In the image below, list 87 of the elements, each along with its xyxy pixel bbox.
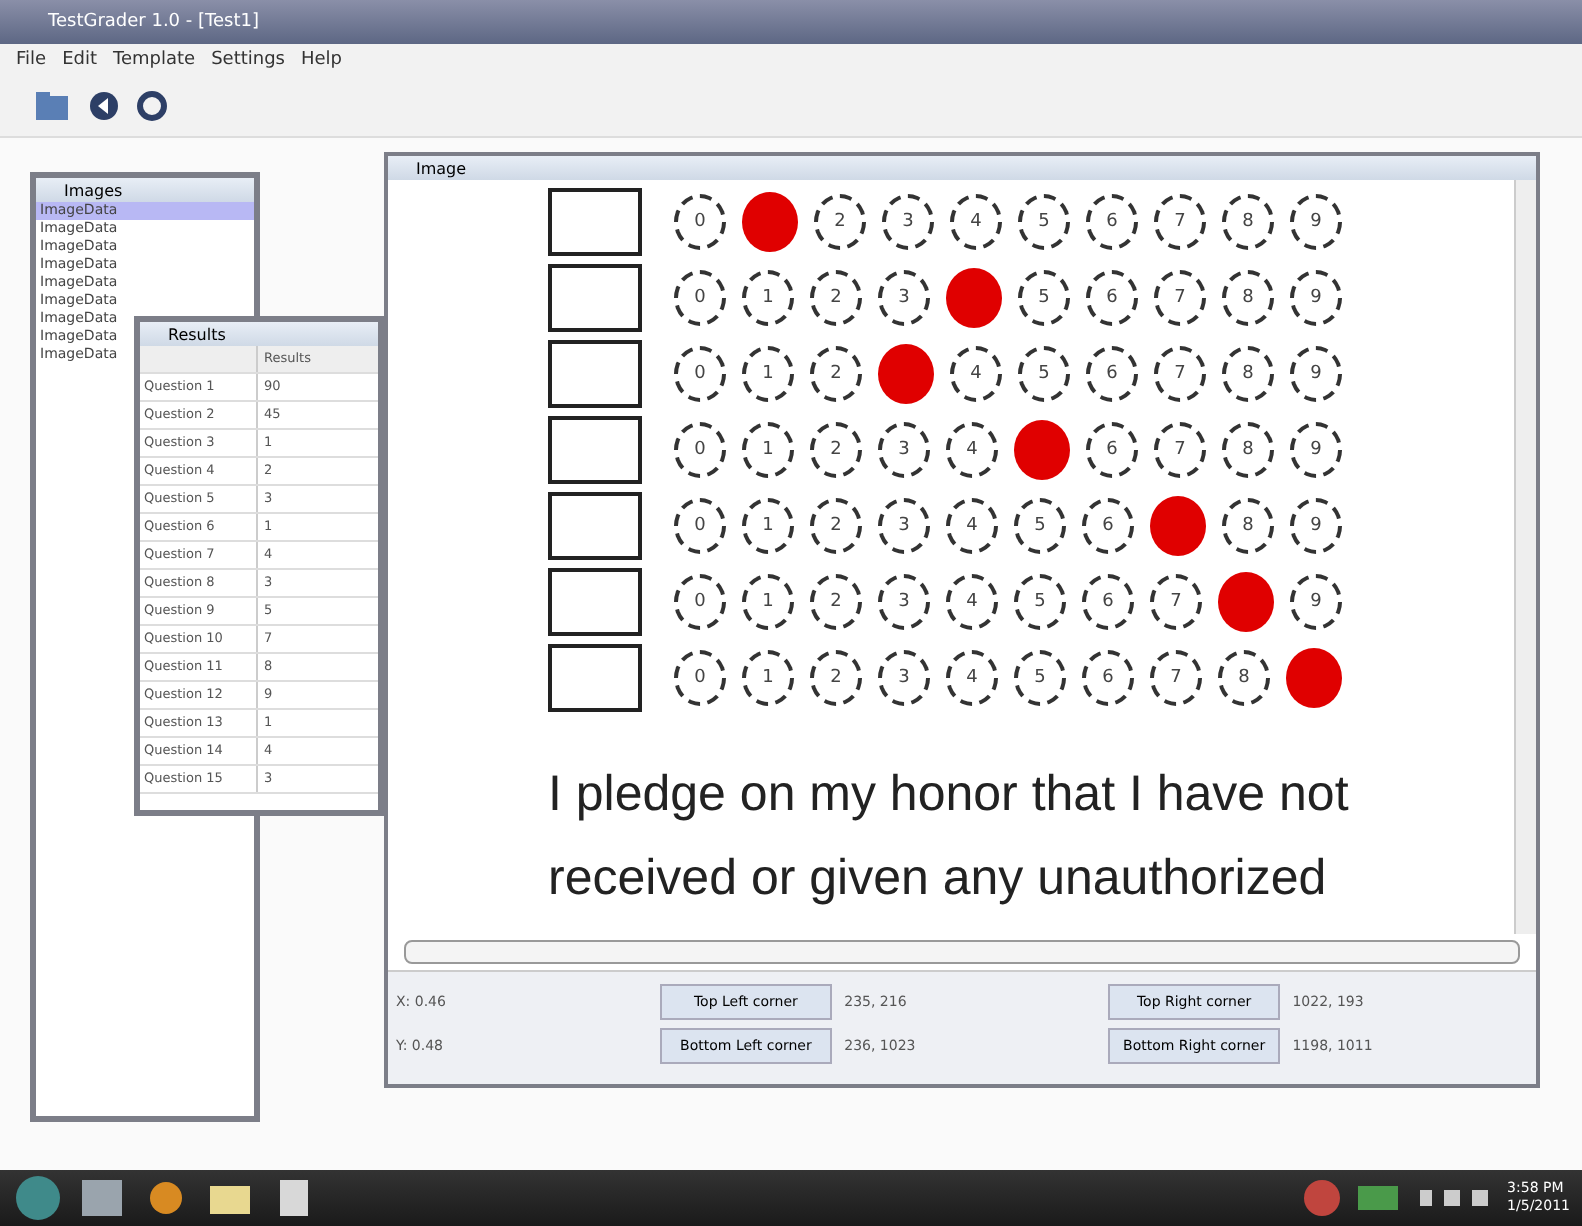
answer-bubble: 9 (1290, 346, 1342, 402)
answer-bubble: 0 (674, 194, 726, 250)
answer-bubble: 8 (1222, 194, 1274, 250)
answer-bubble: 3 (878, 422, 930, 478)
write-in-box (548, 264, 642, 332)
answer-bubble: 3 (878, 498, 930, 554)
write-in-box (548, 416, 642, 484)
answer-bubble: 7 (1150, 650, 1202, 706)
answer-bubble: 4 (950, 346, 1002, 402)
answer-bubble: 8 (1222, 422, 1274, 478)
panel-title: Image (416, 159, 467, 177)
answer-bubble: 7 (1150, 574, 1202, 630)
answer-bubble: 3 (878, 650, 930, 706)
answer-bubble: 6 (1086, 422, 1138, 478)
answer-bubble: 9 (1290, 422, 1342, 478)
menu-item[interactable]: Help (301, 50, 343, 70)
answer-bubble: 2 (810, 270, 862, 326)
answer-bubble: 7 (1154, 346, 1206, 402)
answer-bubble: 2 (810, 650, 862, 706)
answer-bubble: 8 (1222, 270, 1274, 326)
answer-bubble: 1 (742, 650, 794, 706)
answer-bubble: 1 (742, 498, 794, 554)
answer-bubble: 7 (1154, 194, 1206, 250)
answer-bubble: 1 (742, 270, 794, 326)
answer-bubble: 4 (946, 574, 998, 630)
start-icon[interactable] (12, 1174, 64, 1222)
panel-title: Images (64, 181, 123, 199)
answer-bubble: 2 (810, 498, 862, 554)
answer-bubble: 0 (674, 346, 726, 402)
answer-bubble: 2 (810, 574, 862, 630)
answer-bubble: 5 (1014, 574, 1066, 630)
answer-bubble: 6 (1086, 194, 1138, 250)
answer-bubble: 4 (946, 650, 998, 706)
write-in-box (548, 644, 642, 712)
answer-bubble: 0 (674, 498, 726, 554)
refresh-icon[interactable] (136, 90, 168, 122)
write-in-box (548, 188, 642, 256)
answer-bubble: 4 (946, 422, 998, 478)
menu-item[interactable]: Template (113, 50, 196, 70)
answer-bubble: 7 (1154, 270, 1206, 326)
pledge-text: received or given any unauthorized (548, 848, 1329, 910)
answer-bubble: 9 (1290, 498, 1342, 554)
battery-icon (1355, 1182, 1404, 1214)
answer-bubble: 4 (950, 194, 1002, 250)
answer-bubble: 7 (1154, 422, 1206, 478)
answer-bubble: 8 (1222, 498, 1274, 554)
answer-bubble: 0 (674, 574, 726, 630)
answer-bubble: 5 (1014, 650, 1066, 706)
answer-bubble: 0 (674, 270, 726, 326)
answer-bubble: 6 (1082, 650, 1134, 706)
answer-bubble: 9 (1290, 194, 1342, 250)
write-in-box (548, 340, 642, 408)
answer-bubble: 6 (1086, 270, 1138, 326)
answer-bubble: 1 (742, 346, 794, 402)
answer-bubble: 3 (882, 194, 934, 250)
menu-item[interactable]: Edit (62, 50, 97, 70)
answer-bubble: 5 (1018, 270, 1070, 326)
answer-bubble: 0 (674, 422, 726, 478)
horizontal-scrollbar[interactable] (404, 940, 1520, 964)
answer-bubble: 9 (1290, 270, 1342, 326)
answer-bubble: 5 (1014, 498, 1066, 554)
answer-bubble: 3 (878, 270, 930, 326)
answer-bubble: 9 (1290, 574, 1342, 630)
answer-bubble: 6 (1082, 574, 1134, 630)
panel-title: Results (168, 325, 226, 343)
answer-bubble: 0 (674, 650, 726, 706)
write-in-box (548, 492, 642, 560)
answer-bubble: 2 (810, 346, 862, 402)
answer-bubble: 3 (878, 574, 930, 630)
menu-item[interactable]: Settings (211, 50, 285, 70)
answer-bubble: 1 (742, 422, 794, 478)
answer-bubble: 6 (1082, 498, 1134, 554)
window-title: TestGrader 1.0 - [Test1] (48, 12, 259, 32)
answer-bubble: 8 (1222, 346, 1274, 402)
pledge-text: I pledge on my honor that I have not (548, 764, 1351, 826)
answer-bubble: 1 (742, 574, 794, 630)
write-in-box (548, 568, 642, 636)
answer-bubble: 5 (1018, 194, 1070, 250)
answer-bubble: 5 (1018, 346, 1070, 402)
answer-bubble: 2 (814, 194, 866, 250)
menu-item[interactable]: File (16, 50, 47, 70)
answer-bubble: 4 (946, 498, 998, 554)
previous-icon[interactable] (88, 90, 120, 122)
answer-bubble: 6 (1086, 346, 1138, 402)
answer-bubble: 2 (810, 422, 862, 478)
answer-bubble: 8 (1218, 650, 1270, 706)
vertical-scrollbar[interactable] (1514, 180, 1536, 934)
